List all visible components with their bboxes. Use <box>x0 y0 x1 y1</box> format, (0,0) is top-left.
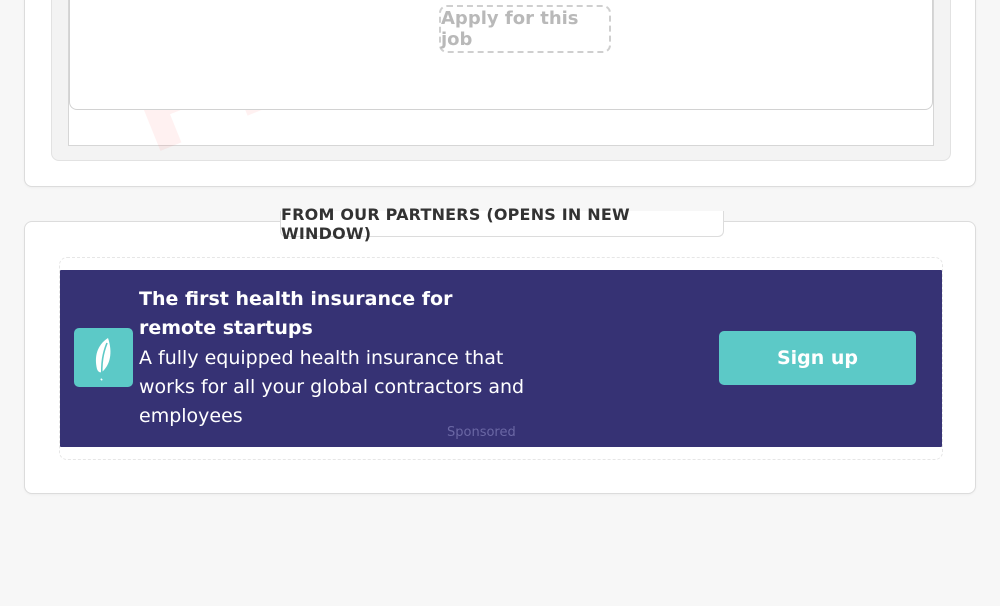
apply-button[interactable]: Apply for this job <box>439 5 611 53</box>
partners-heading: FROM OUR PARTNERS (OPENS IN NEW WINDOW) <box>280 205 724 243</box>
signup-button[interactable]: Sign up <box>719 331 916 385</box>
feather-icon[interactable] <box>74 328 133 387</box>
page: PRE Apply for this job FROM OUR PARTNERS… <box>0 0 1000 606</box>
ad-title[interactable]: The first health insurance for remote st… <box>139 285 529 343</box>
sponsored-label: Sponsored <box>447 425 516 440</box>
partners-section: FROM OUR PARTNERS (OPENS IN NEW WINDOW) … <box>24 205 976 494</box>
ad-banner[interactable]: The first health insurance for remote st… <box>60 270 942 447</box>
job-card: PRE Apply for this job <box>24 0 976 187</box>
ad-description: A fully equipped health insurance that w… <box>139 347 525 427</box>
